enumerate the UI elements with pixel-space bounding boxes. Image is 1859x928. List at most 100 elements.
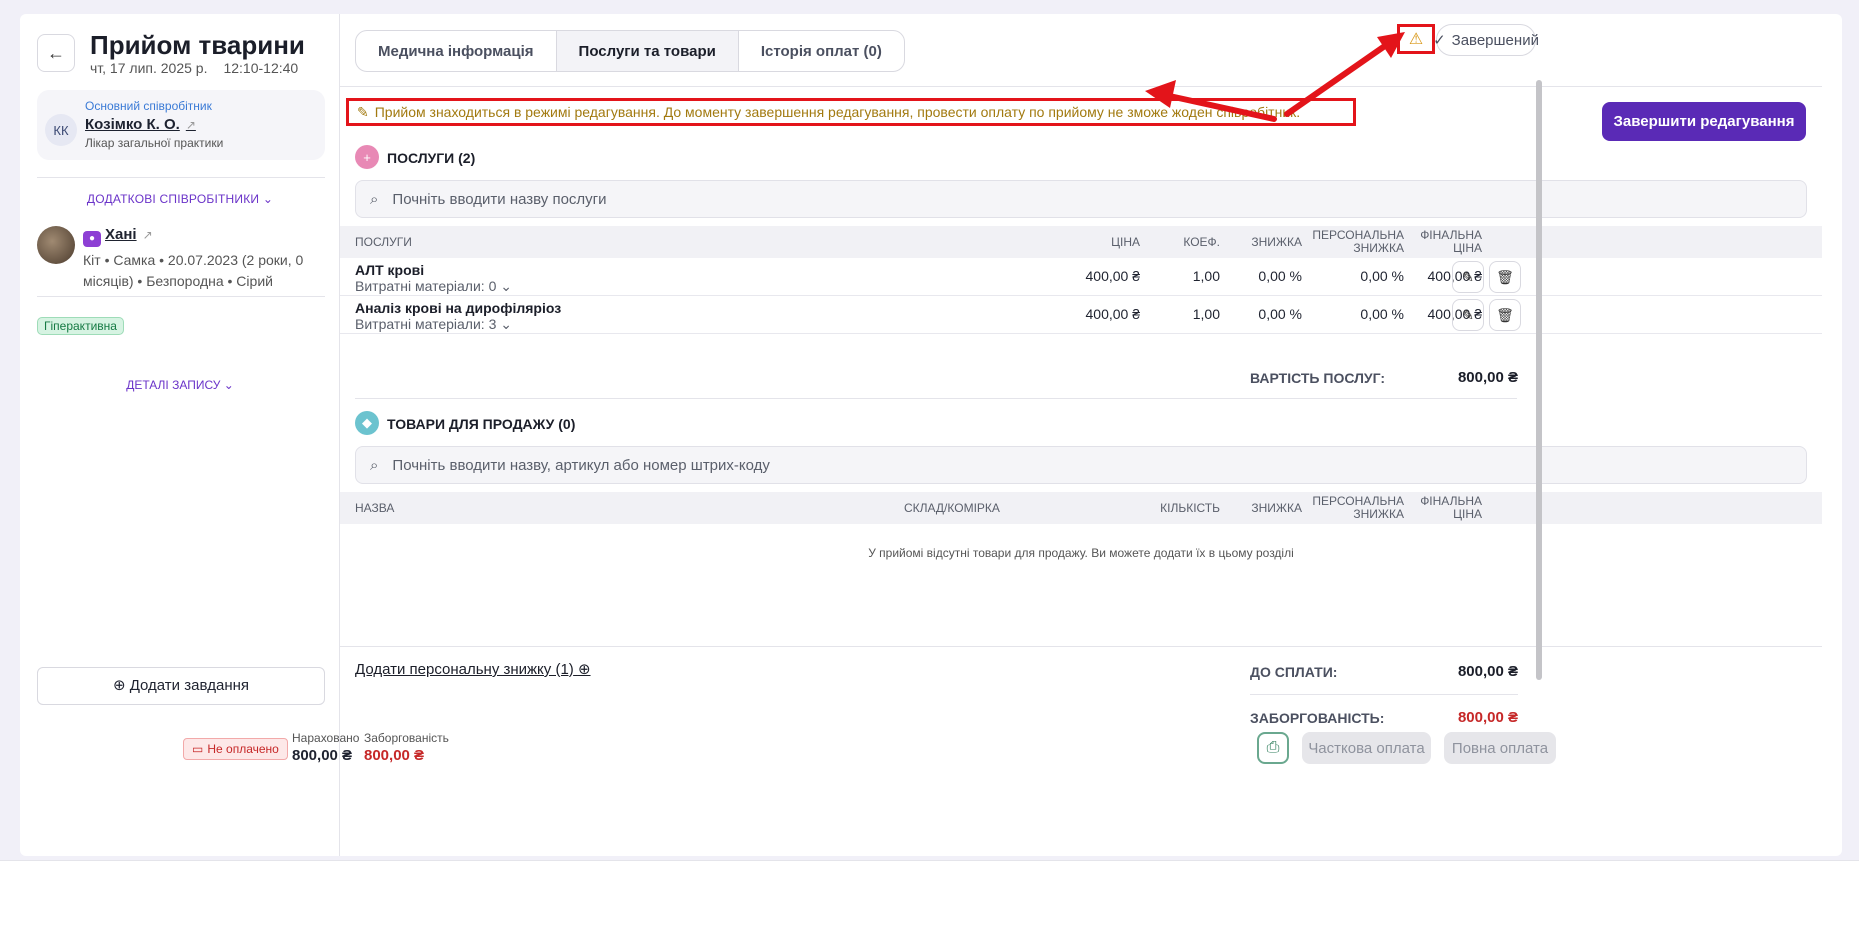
pet-name-row[interactable]: ● Хані ↗ (83, 226, 153, 247)
service-discount: 0,00 % (1258, 306, 1302, 322)
finish-editing-button[interactable]: Завершити редагування (1602, 102, 1806, 141)
main-panel: Медична інформація Послуги та товари Іст… (340, 14, 1822, 856)
footer-debt-value: 800,00 ₴ (364, 747, 425, 764)
divider (37, 296, 325, 297)
table-row: АЛТ крові Витратні матеріали: 0 ⌄ 400,00… (340, 258, 1822, 296)
service-coef: 1,00 (1192, 306, 1220, 322)
goods-empty-message: У прийомі відсутні товари для продажу. В… (868, 546, 1294, 560)
goods-search-input[interactable]: ⌕ Почніть вводити назву, артикул або номе… (355, 446, 1807, 484)
staff-name-link[interactable]: Козімко К. О. ↗ (85, 116, 196, 133)
edit-button[interactable]: ✎ (1452, 299, 1484, 331)
divider (340, 86, 1822, 87)
to-pay-label: ДО СПЛАТИ: (1250, 664, 1338, 680)
service-personal-discount: 0,00 % (1360, 268, 1404, 284)
tag-icon: ◆ (355, 411, 379, 435)
goods-search-placeholder: Почніть вводити назву, артикул або номер… (392, 456, 770, 474)
pencil-icon: ✎ (1462, 306, 1474, 323)
chevron-down-icon[interactable]: ⌄ (224, 378, 234, 392)
service-name: Аналіз крові на дирофіляріоз (355, 300, 562, 316)
services-total-value: 800,00 ₴ (1457, 369, 1518, 386)
search-icon: ⌕ (370, 190, 379, 208)
record-details-label[interactable]: ДЕТАЛІ ЗАПИСУ (126, 378, 220, 392)
goods-table-header: НАЗВА СКЛАД/КОМІРКА КІЛЬКІСТЬ ЗНИЖКА ПЕР… (340, 492, 1822, 524)
card-off-icon: ▭ (192, 742, 204, 756)
divider (340, 646, 1822, 647)
printer-icon: ⎙ (1266, 739, 1280, 756)
divider (37, 177, 325, 178)
page-title: Прийом тварини (90, 30, 305, 60)
add-personal-discount-link[interactable]: Додати персональну знижку (1) ⊕ (355, 660, 591, 678)
edit-button[interactable]: ✎ (1452, 261, 1484, 293)
table-row: Аналіз крові на дирофіляріоз Витратні ма… (340, 296, 1822, 334)
tab-bar: Медична інформація Послуги та товари Іст… (355, 30, 905, 72)
services-table-header: ПОСЛУГИ ЦІНА КОЕФ. ЗНИЖКА ПЕРСОНАЛЬНА ЗН… (340, 226, 1822, 258)
divider (355, 398, 1517, 399)
partial-payment-button[interactable]: Часткова оплата (1302, 732, 1431, 764)
add-task-button[interactable]: ⊕ Додати завдання (37, 667, 325, 705)
appointment-date: чт, 17 лип. 2025 р. (90, 60, 208, 76)
col-warehouse: СКЛАД/КОМІРКА (904, 500, 1000, 515)
service-name: АЛТ крові (355, 262, 425, 278)
footer-debt-label: Заборгованість (364, 731, 449, 745)
pencil-icon: ✎ (1462, 268, 1474, 285)
plus-circle-icon[interactable]: ⊕ (578, 661, 591, 678)
full-payment-button[interactable]: Повна оплата (1444, 732, 1556, 764)
to-pay-value: 800,00 ₴ (1457, 663, 1518, 680)
check-circle-icon: ✓ (1433, 32, 1446, 49)
unpaid-label: Не оплачено (207, 742, 279, 756)
add-discount-label[interactable]: Додати персональну знижку (1) (355, 661, 574, 678)
staff-name[interactable]: Козімко К. О. (85, 116, 180, 133)
pet-tag: Гіперактивна (37, 317, 124, 335)
search-icon: ⌕ (370, 456, 379, 474)
sidebar: ← Прийом тварини чт, 17 лип. 2025 р. 12:1… (20, 14, 340, 856)
appointment-time: 12:10-12:40 (223, 60, 299, 76)
col-quantity: КІЛЬКІСТЬ (1160, 500, 1220, 515)
external-link-icon[interactable]: ↗ (143, 228, 153, 242)
accrued-label: Нараховано (292, 731, 360, 745)
trash-icon: 🗑 (1496, 268, 1514, 285)
divider (1250, 694, 1518, 695)
staff-role-label: Основний співробітник (85, 99, 212, 113)
warning-icon: ⚠ (1408, 31, 1424, 48)
footer-bar (0, 860, 1859, 928)
service-search-input[interactable]: ⌕ Почніть вводити назву послуги (355, 180, 1807, 218)
pencil-icon: ✎ (357, 103, 369, 120)
col-discount: ЗНИЖКА (1251, 500, 1302, 515)
delete-button[interactable]: 🗑 (1489, 299, 1521, 331)
goods-title: ТОВАРИ ДЛЯ ПРОДАЖУ (0) (387, 416, 576, 432)
tab-medical-info[interactable]: Медична інформація (356, 31, 557, 71)
payment-status-badge: ▭ Не оплачено (183, 738, 288, 760)
pet-photo (37, 226, 75, 264)
avatar: КК (45, 114, 77, 146)
col-final-price: ФІНАЛЬНА ЦІНА (1420, 494, 1482, 521)
debt-label: ЗАБОРГОВАНІСТЬ: (1250, 710, 1385, 726)
extra-staff-toggle[interactable]: ДОДАТКОВІ СПІВРОБІТНИКИ ⌄ (20, 192, 340, 206)
materials-toggle[interactable]: Витратні матеріали: 0 ⌄ (355, 278, 512, 295)
warning-button[interactable]: ⚠ (1397, 24, 1435, 54)
service-personal-discount: 0,00 % (1360, 306, 1404, 322)
tab-payment-history[interactable]: Історія оплат (0) (739, 31, 904, 71)
notice-text: Прийом знаходиться в режимі редагування.… (374, 104, 1301, 120)
col-personal-discount: ПЕРСОНАЛЬНА ЗНИЖКА (1312, 228, 1404, 255)
scrollbar-thumb[interactable] (1536, 80, 1542, 680)
service-coef: 1,00 (1192, 268, 1220, 284)
status-badge[interactable]: ✓ Завершений (1433, 24, 1539, 56)
shield-icon: ● (83, 231, 101, 247)
external-link-icon[interactable]: ↗ (186, 118, 196, 132)
add-task-label: Додати завдання (129, 677, 250, 694)
chevron-down-icon[interactable]: ⌄ (263, 192, 273, 206)
col-personal-discount: ПЕРСОНАЛЬНА ЗНИЖКА (1312, 494, 1404, 521)
materials-toggle[interactable]: Витратні матеріали: 3 ⌄ (355, 316, 512, 333)
pet-name[interactable]: Хані (105, 226, 137, 243)
record-details-toggle[interactable]: ДЕТАЛІ ЗАПИСУ ⌄ (20, 378, 340, 392)
tab-services-goods[interactable]: Послуги та товари (556, 31, 739, 71)
edit-mode-notice: ✎ Прийом знаходиться в режимі редагування… (346, 98, 1356, 126)
back-button[interactable]: ← (37, 34, 75, 72)
extra-staff-label[interactable]: ДОДАТКОВІ СПІВРОБІТНИКИ (87, 192, 259, 206)
services-total-label: ВАРТІСТЬ ПОСЛУГ: (1250, 370, 1386, 386)
delete-button[interactable]: 🗑 (1489, 261, 1521, 293)
col-name: НАЗВА (355, 500, 395, 515)
print-button[interactable]: ⎙ (1257, 732, 1289, 764)
materials-label[interactable]: Витратні матеріали: 3 (355, 316, 496, 332)
materials-label[interactable]: Витратні матеріали: 0 (355, 278, 496, 294)
